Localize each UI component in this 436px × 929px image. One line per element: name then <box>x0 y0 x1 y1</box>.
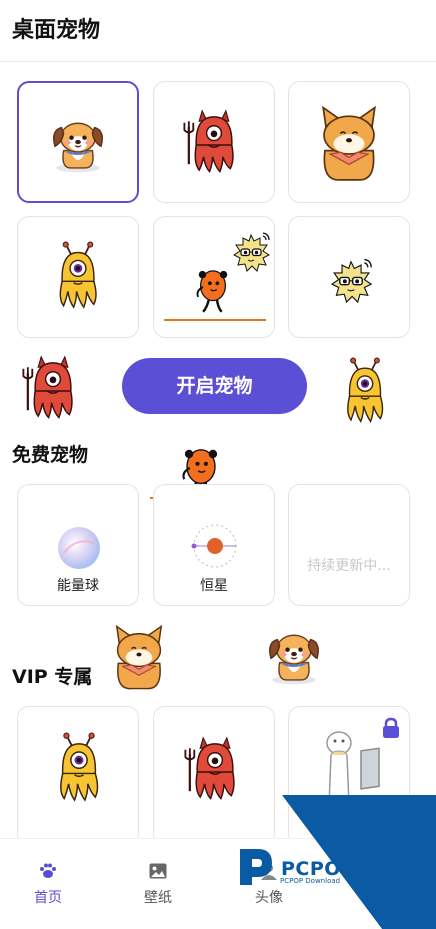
tab-label: 首页 <box>34 890 62 906</box>
free-card-label: 恒星 <box>200 578 228 594</box>
star-planet-icon <box>191 524 237 568</box>
pet-card-devil[interactable] <box>153 81 275 203</box>
coming-soon-text: 持续更新中... <box>307 558 391 574</box>
pet-card-ball-and-spiky[interactable] <box>153 216 275 338</box>
pet-card-spiky[interactable] <box>288 216 410 338</box>
floating-devil-pet[interactable] <box>16 349 90 427</box>
devil-pet-icon <box>177 105 251 179</box>
tab-home[interactable]: 首页 <box>8 861 88 907</box>
vip-pets-title: VIP 专属 <box>12 666 93 688</box>
spiky-pet-icon <box>323 255 379 311</box>
free-pets-title: 免费宠物 <box>12 444 89 466</box>
lock-icon <box>383 717 399 738</box>
free-card-energy-ball[interactable]: 能量球 <box>17 484 139 606</box>
start-pet-button[interactable]: 开启宠物 <box>122 358 307 414</box>
floating-dog-pet[interactable] <box>256 618 332 690</box>
floating-alien-pet[interactable] <box>330 353 400 431</box>
ground-line <box>164 319 266 321</box>
watermark-brand-cn: 下载 <box>355 858 395 880</box>
pet-card-shiba[interactable] <box>288 81 410 203</box>
tab-label: 头像 <box>255 890 283 906</box>
header: 桌面宠物 <box>0 0 436 62</box>
vip-card-alien[interactable] <box>17 706 139 846</box>
free-card-coming-soon: 持续更新中... <box>288 484 410 606</box>
pet-card-alien[interactable] <box>17 216 139 338</box>
image-icon <box>149 863 167 879</box>
page-title: 桌面宠物 <box>12 18 101 43</box>
floating-shiba-pet[interactable] <box>102 606 176 706</box>
dog-pet-icon <box>42 106 114 178</box>
paw-icon <box>40 863 56 878</box>
alien-pet-icon <box>42 241 114 313</box>
tab-wallpaper[interactable]: 壁纸 <box>118 861 198 907</box>
shiba-pet-icon <box>306 99 392 185</box>
free-card-label: 能量球 <box>57 578 99 594</box>
pet-card-dog[interactable] <box>17 81 139 203</box>
alien-pet-icon <box>42 729 116 809</box>
spiky-pet-icon <box>226 229 275 279</box>
vip-card-devil[interactable] <box>153 706 275 846</box>
pcpop-logo-icon <box>240 849 272 885</box>
devil-pet-icon <box>178 729 252 809</box>
tab-label: 壁纸 <box>144 890 172 906</box>
energy-ball-icon <box>58 527 100 569</box>
watermark-subtitle: PCPOP Download <box>280 877 341 885</box>
free-card-star[interactable]: 恒星 <box>153 484 275 606</box>
